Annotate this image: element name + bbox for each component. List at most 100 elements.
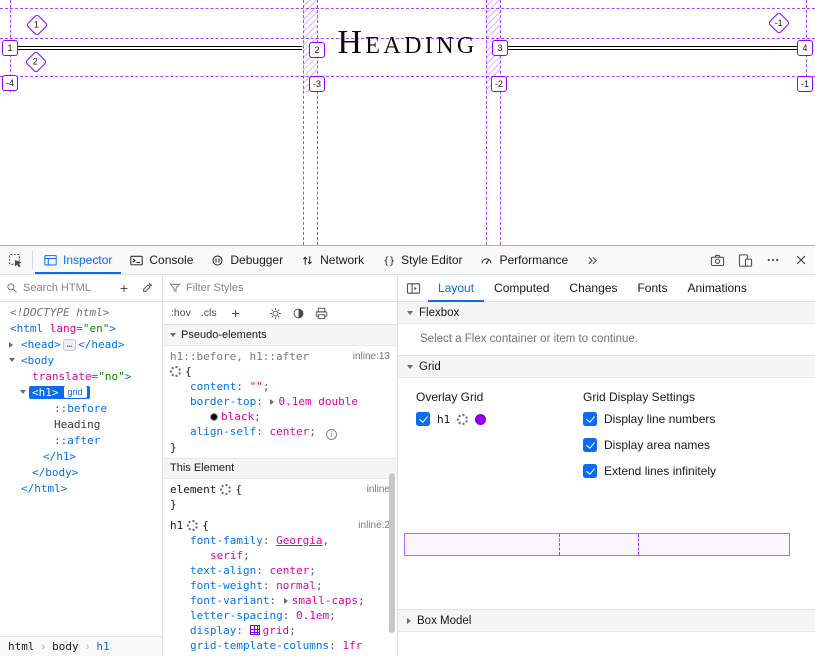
add-rule-button[interactable]: + — [227, 304, 245, 322]
rule-settings-gear-icon[interactable] — [187, 520, 198, 531]
css-declaration[interactable]: serif; — [170, 548, 390, 563]
class-toggle[interactable]: .cls — [201, 307, 217, 319]
close-devtools-button[interactable] — [787, 246, 815, 274]
more-tabs-button[interactable] — [577, 246, 607, 274]
display-line-numbers-checkbox[interactable] — [583, 412, 597, 426]
code-token: : — [283, 609, 296, 622]
tab-computed[interactable]: Computed — [484, 275, 559, 301]
tab-debugger[interactable]: Debugger — [202, 246, 292, 274]
tab-console[interactable]: Console — [121, 246, 202, 274]
css-declaration[interactable]: display: grid; — [170, 623, 390, 638]
open-brace: { — [202, 518, 209, 533]
css-declaration[interactable]: align-self: center; — [170, 424, 390, 440]
grid-accordion-header[interactable]: Grid — [398, 356, 815, 378]
css-declaration[interactable]: font-variant: small-caps; — [170, 593, 390, 608]
pseudo-class-toggle[interactable]: :hov — [171, 307, 191, 319]
tab-label: Style Editor — [401, 253, 462, 267]
console-icon — [130, 254, 143, 267]
markup-line[interactable]: <body — [0, 353, 162, 369]
grid-line-number-marker: 2 — [309, 42, 325, 58]
color-scheme-light-icon[interactable] — [269, 307, 282, 320]
grid-highlighter-toggle-icon[interactable] — [250, 625, 260, 635]
inactive-css-info-icon[interactable] — [326, 429, 337, 440]
toolbar-separator — [32, 251, 33, 269]
grid-color-swatch[interactable] — [475, 414, 486, 425]
box-model-accordion-header[interactable]: Box Model — [398, 610, 815, 632]
eyedropper-icon — [141, 282, 153, 294]
color-swatch-black[interactable] — [210, 413, 218, 421]
markup-line[interactable]: ::before — [0, 401, 162, 417]
devtools-menu-button[interactable] — [759, 246, 787, 274]
expand-shorthand-icon[interactable] — [284, 598, 288, 604]
tab-inspector[interactable]: Inspector — [35, 246, 121, 274]
flexbox-accordion-header[interactable]: Flexbox — [398, 302, 815, 324]
breadcrumb-separator: › — [86, 641, 90, 653]
markup-line[interactable]: Heading — [0, 417, 162, 433]
grid-badge[interactable]: grid — [64, 386, 87, 398]
css-declaration[interactable]: font-family: Georgia, — [170, 533, 390, 548]
grid-settings-gear-icon[interactable] — [457, 414, 468, 425]
breadcrumb-item-body[interactable]: body — [52, 640, 79, 653]
search-html-input[interactable] — [23, 282, 110, 294]
tab-fonts[interactable]: Fonts — [627, 275, 677, 301]
tab-style-editor[interactable]: {} Style Editor — [373, 246, 471, 274]
display-area-names-checkbox[interactable] — [583, 438, 597, 452]
filter-styles-input[interactable] — [186, 282, 391, 294]
css-declaration[interactable]: letter-spacing: 0.1em; — [170, 608, 390, 623]
accordion-title: Grid — [419, 361, 441, 373]
breadcrumb-item-h1[interactable]: h1 — [96, 640, 109, 653]
code-token: ; — [289, 624, 296, 637]
markup-line[interactable]: translate="no"> — [0, 369, 162, 385]
tab-changes[interactable]: Changes — [559, 275, 627, 301]
css-declaration[interactable]: grid-template-columns: 1fr — [170, 638, 390, 653]
three-pane-toggle-button[interactable] — [398, 275, 428, 301]
css-declaration[interactable]: border-top: 0.1em double — [170, 394, 390, 409]
rule-source-link[interactable]: inline — [367, 482, 390, 497]
rule-selector-line[interactable]: h1{inline:2 — [170, 518, 390, 533]
section-header-pseudo-elements[interactable]: Pseudo-elements — [163, 325, 397, 346]
markup-line[interactable]: <html lang="en"> — [0, 321, 162, 337]
print-media-icon[interactable] — [315, 307, 328, 320]
css-declaration[interactable]: font-weight: normal; — [170, 578, 390, 593]
code-token: border-top — [190, 395, 256, 408]
tab-layout[interactable]: Layout — [428, 275, 484, 301]
screenshot-button[interactable] — [703, 246, 731, 274]
markup-line[interactable]: <head>…</head> — [0, 337, 162, 353]
rule-settings-gear-icon[interactable] — [220, 484, 231, 495]
rule-source-link[interactable]: inline:2 — [358, 518, 390, 533]
responsive-design-mode-button[interactable] — [731, 246, 759, 274]
markup-line[interactable]: </html> — [0, 481, 162, 497]
markup-line[interactable]: </h1> — [0, 449, 162, 465]
rule-selector-line[interactable]: element{inline — [170, 482, 390, 497]
tab-performance[interactable]: Performance — [471, 246, 577, 274]
expand-twisty-icon[interactable] — [9, 358, 15, 362]
extend-lines-infinitely-checkbox[interactable] — [583, 464, 597, 478]
add-node-button[interactable]: + — [115, 279, 133, 297]
grid-outline-column-divider — [638, 534, 639, 555]
expand-twisty-icon[interactable] — [9, 342, 13, 348]
expand-twisty-icon[interactable] — [20, 390, 26, 394]
rule-selector-line[interactable]: h1::before, h1::afterinline:13 — [170, 349, 390, 364]
css-declaration[interactable]: black; — [170, 409, 390, 424]
grid-overlay-checkbox[interactable] — [416, 412, 430, 426]
eyedropper-button[interactable] — [138, 279, 156, 297]
rule-settings-gear-icon[interactable] — [170, 366, 181, 377]
markup-line[interactable]: <h1>grid — [0, 385, 162, 401]
expand-shorthand-icon[interactable] — [270, 399, 274, 405]
grid-line-number-marker: -3 — [309, 76, 325, 92]
rule-source-link[interactable]: inline:13 — [353, 349, 390, 364]
markup-line[interactable]: ::after — [0, 433, 162, 449]
color-scheme-dark-icon[interactable] — [292, 307, 305, 320]
rules-toolbar: :hov .cls + — [163, 302, 397, 325]
tab-animations[interactable]: Animations — [677, 275, 756, 301]
grid-outline-preview[interactable] — [404, 533, 790, 556]
breadcrumb-item-html[interactable]: html — [8, 640, 35, 653]
scrollbar-thumb[interactable] — [389, 473, 395, 633]
markup-line[interactable]: <!DOCTYPE html> — [0, 305, 162, 321]
css-declaration[interactable]: content: ""; — [170, 379, 390, 394]
pick-element-button[interactable] — [0, 246, 30, 274]
tab-network[interactable]: Network — [292, 246, 373, 274]
code-token: : — [236, 624, 249, 637]
markup-line[interactable]: </body> — [0, 465, 162, 481]
css-declaration[interactable]: text-align: center; — [170, 563, 390, 578]
